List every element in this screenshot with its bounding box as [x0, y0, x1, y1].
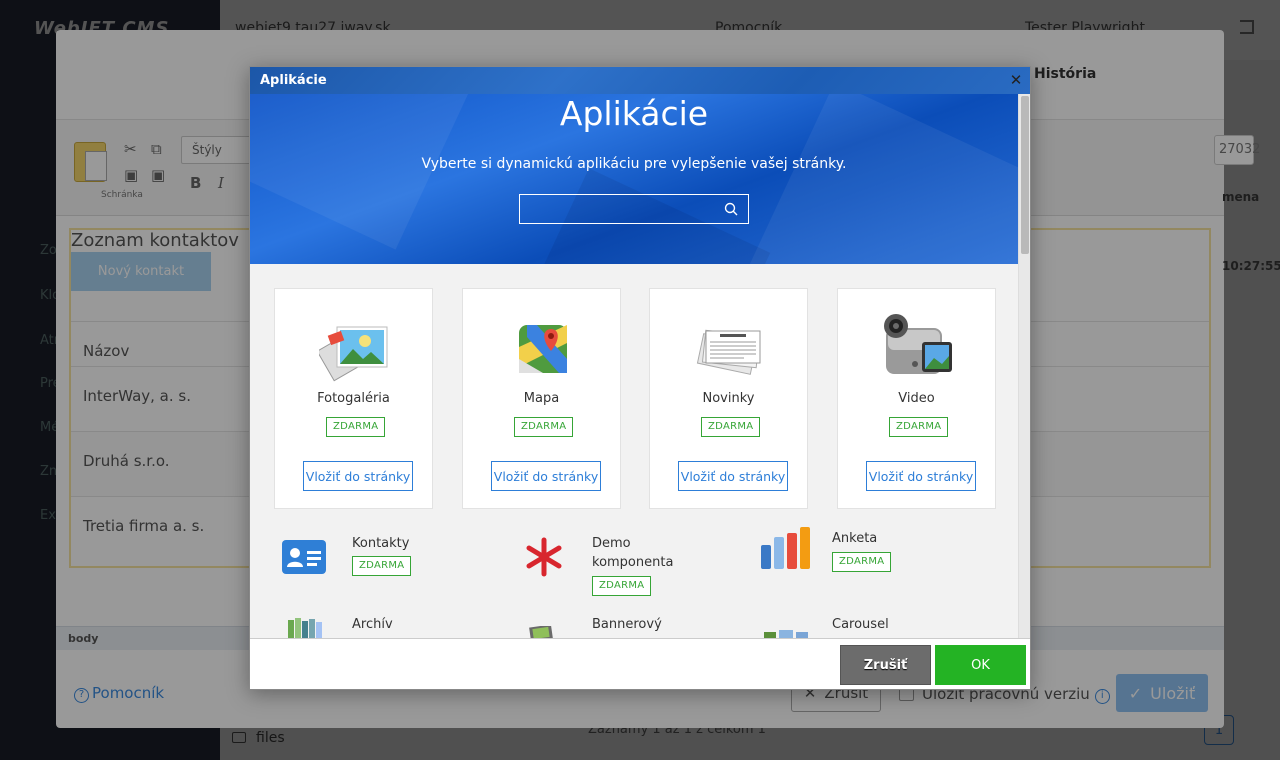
hero-subtitle: Vyberte si dynamickú aplikáciu pre vylep…: [421, 156, 847, 172]
app-list-name: Carousel: [832, 617, 889, 632]
carousel-icon: [764, 630, 808, 638]
insert-to-page-button[interactable]: Vložiť do stránky: [678, 461, 788, 491]
contact-card-icon: [282, 540, 326, 574]
free-badge: ZDARMA: [514, 417, 574, 437]
map-icon: [519, 325, 567, 373]
app-card-video: Video ZDARMA Vložiť do stránky: [837, 288, 996, 509]
free-badge: ZDARMA: [326, 417, 386, 437]
free-badge: ZDARMA: [701, 417, 761, 437]
archive-icon: [288, 618, 322, 638]
modal-titlebar[interactable]: Aplikácie ✕: [250, 67, 1030, 94]
ok-button[interactable]: OK: [935, 645, 1026, 685]
app-search-input[interactable]: [520, 195, 718, 223]
free-badge: ZDARMA: [889, 417, 949, 437]
banner-icon: [529, 626, 553, 638]
app-list-name: Demo komponenta: [592, 536, 674, 570]
insert-to-page-button[interactable]: Vložiť do stránky: [491, 461, 601, 491]
modal-title: Aplikácie: [260, 73, 327, 88]
snowflake-icon: [526, 537, 562, 577]
hero-banner: Aplikácie Vyberte si dynamickú aplikáciu…: [250, 94, 1018, 264]
bar-chart-icon: [761, 527, 810, 569]
close-icon[interactable]: ✕: [1008, 72, 1024, 88]
modal-body: Aplikácie Vyberte si dynamickú aplikáciu…: [250, 94, 1030, 638]
app-card-name: Fotogaléria: [317, 391, 390, 406]
modal-footer: Zrušiť OK: [250, 638, 1030, 689]
cancel-button[interactable]: Zrušiť: [840, 645, 931, 685]
app-list-name: Archív: [352, 617, 393, 632]
search-icon[interactable]: [724, 202, 738, 216]
free-badge: ZDARMA: [352, 556, 412, 576]
app-card-novinky: Novinky ZDARMA Vložiť do stránky: [649, 288, 808, 509]
insert-to-page-button[interactable]: Vložiť do stránky: [303, 461, 413, 491]
scrollbar-thumb[interactable]: [1021, 96, 1029, 254]
app-list-name: Anketa: [832, 531, 878, 546]
photo-gallery-icon: [319, 326, 388, 382]
applications-modal: Aplikácie ✕ Aplikácie Vyberte si dynamic…: [249, 66, 1031, 690]
app-search-box[interactable]: [519, 194, 749, 224]
modal-scrollbar[interactable]: [1018, 94, 1030, 638]
app-list-name: Bannerový: [592, 617, 662, 632]
free-badge: ZDARMA: [592, 576, 652, 596]
news-icon: [696, 329, 761, 375]
app-list-name: Kontakty: [352, 536, 410, 551]
app-card-fotogaleria: Fotogaléria ZDARMA Vložiť do stránky: [274, 288, 433, 509]
app-card-name: Video: [898, 391, 935, 406]
video-camera-icon: [884, 314, 952, 374]
app-card-name: Mapa: [523, 391, 560, 406]
hero-title: Aplikácie: [559, 94, 709, 133]
app-card-name: Novinky: [702, 391, 755, 406]
insert-to-page-button[interactable]: Vložiť do stránky: [866, 461, 976, 491]
free-badge: ZDARMA: [832, 552, 892, 572]
app-card-mapa: Mapa ZDARMA Vložiť do stránky: [462, 288, 621, 509]
